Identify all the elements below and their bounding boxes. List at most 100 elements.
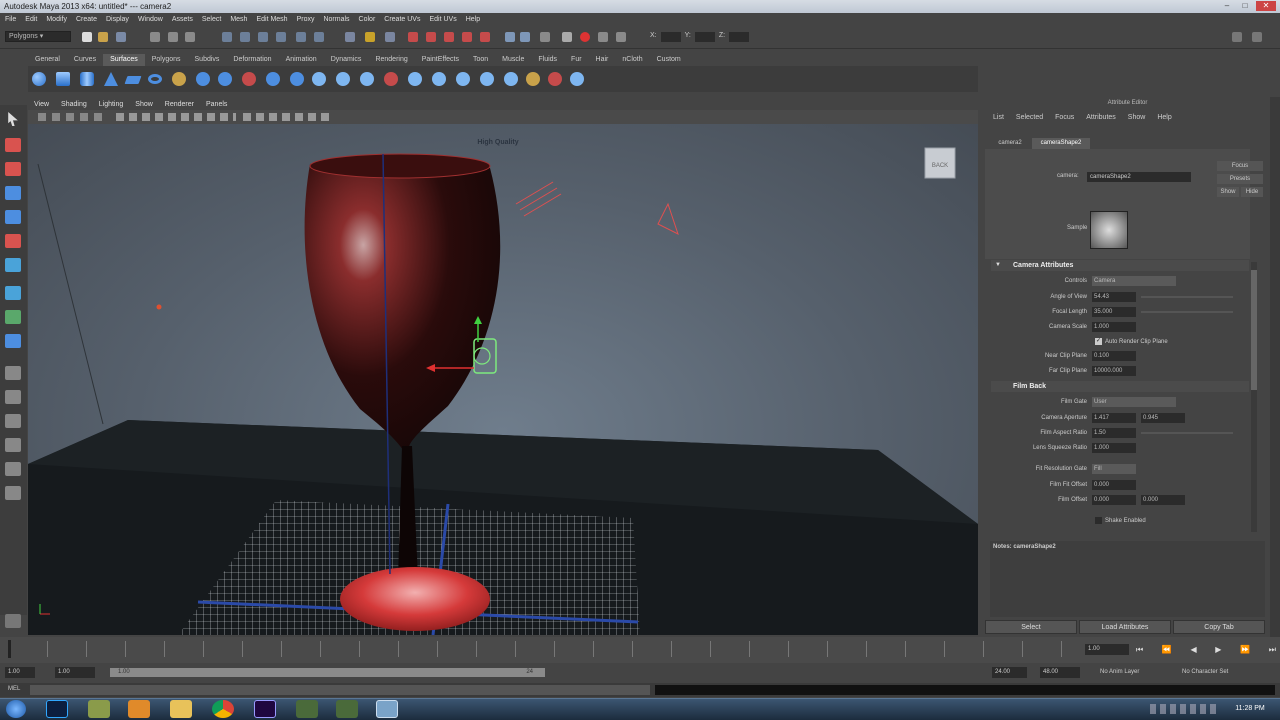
menu-select[interactable]: Select [202,13,221,27]
film-offset-y-field[interactable]: 0.000 [1141,495,1185,505]
start-orb-icon[interactable] [6,700,26,718]
untrim-icon[interactable] [432,72,446,86]
shelf-tab-toon[interactable]: Toon [466,54,495,66]
viewport-menu-show[interactable]: Show [135,99,153,110]
shelf-tab-fluids[interactable]: Fluids [531,54,564,66]
spot-light-gizmo[interactable] [657,202,679,235]
shelf-tab-fur[interactable]: Fur [564,54,589,66]
playhead[interactable] [8,640,11,658]
command-input[interactable] [30,685,650,695]
focus-button[interactable]: Focus [1217,161,1263,171]
make-live-icon[interactable] [296,32,306,42]
shelf-tab-ncloth[interactable]: nCloth [615,54,649,66]
wine-glass-bowl[interactable] [304,155,501,455]
snap-grid-icon[interactable] [222,32,232,42]
range-total-end-field[interactable]: 48.00 [1040,667,1080,678]
viewport-menu-view[interactable]: View [34,99,49,110]
close-button[interactable]: ✕ [1256,1,1276,11]
menu-color[interactable]: Color [359,13,376,27]
minimize-button[interactable]: – [1220,1,1234,11]
menu-help[interactable]: Help [466,13,480,27]
wine-glass-base[interactable] [340,567,490,631]
history-icon[interactable] [314,32,324,42]
snap-point-icon[interactable] [258,32,268,42]
fit-resolution-dropdown[interactable]: Fill [1092,464,1136,474]
square-surface-icon[interactable] [312,72,326,86]
photoshop-icon[interactable] [46,700,68,718]
view-cube[interactable]: BACK [924,147,956,179]
toggle-attribute-editor-icon[interactable] [1232,32,1242,42]
shelf-tab-deformation[interactable]: Deformation [226,54,278,66]
persp-outliner-layout-icon[interactable] [5,414,21,428]
select-hierarchy-icon[interactable] [150,32,160,42]
hypershade-icon[interactable] [444,32,454,42]
snap-curve-icon[interactable] [240,32,250,42]
new-scene-icon[interactable] [82,32,92,42]
shelf-tab-painteffects[interactable]: PaintEffects [415,54,466,66]
shelf-tab-muscle[interactable]: Muscle [495,54,531,66]
point-light-gizmo[interactable] [156,304,162,310]
ipr-active-icon[interactable] [580,32,590,42]
single-perspective-layout-icon[interactable] [5,366,21,380]
ae-menu-focus[interactable]: Focus [1055,114,1074,121]
last-tool-icon[interactable] [5,310,21,324]
menu-normals[interactable]: Normals [323,13,349,27]
shelf-tab-subdivs[interactable]: Subdivs [188,54,227,66]
construction-history-icon[interactable] [365,32,375,42]
menu-proxy[interactable]: Proxy [297,13,315,27]
shelf-tab-rendering[interactable]: Rendering [368,54,414,66]
range-slider-bar[interactable]: 1.00 24 [110,668,545,677]
step-back-key-icon[interactable]: ⏪ [1162,644,1172,655]
paint-select-icon[interactable] [5,162,21,176]
film-offset-x-field[interactable]: 0.000 [1092,495,1136,505]
section-collapse-icon[interactable]: ▼ [995,262,1001,268]
birail-icon[interactable] [266,72,280,86]
node-name-field[interactable]: cameraShape2 [1087,172,1191,182]
menu-display[interactable]: Display [106,13,129,27]
menu-edit-uvs[interactable]: Edit UVs [429,13,456,27]
revolve-icon[interactable] [172,72,186,86]
intersect-icon[interactable] [360,72,374,86]
y-field[interactable] [694,32,715,42]
batch-render-icon[interactable] [480,32,490,42]
extrude-icon[interactable] [242,72,256,86]
select-button[interactable]: Select [985,620,1077,634]
show-manipulator-icon[interactable] [5,334,21,348]
show-button[interactable]: Show [1217,187,1239,197]
maximize-button[interactable]: □ [1238,1,1252,11]
attach-surfaces-icon[interactable] [456,72,470,86]
menu-file[interactable]: File [5,13,16,27]
system-tray-icons[interactable] [1150,704,1220,714]
file-manager-icon[interactable] [88,700,110,718]
camera-aperture-y-field[interactable]: 0.945 [1141,413,1185,423]
save-scene-icon[interactable] [116,32,126,42]
app-tool-a-icon[interactable] [296,700,318,718]
section-camera-attributes[interactable]: Camera Attributes [991,260,1249,271]
ae-menu-list[interactable]: List [993,114,1004,121]
bevel-icon[interactable] [336,72,350,86]
controls-dropdown[interactable]: Camera [1092,276,1176,286]
render-current-icon[interactable] [562,32,572,42]
presets-button[interactable]: Presets [1217,174,1263,184]
camera-scale-field[interactable]: 1.000 [1092,322,1136,332]
focal-length-field[interactable]: 35.000 [1092,307,1136,317]
render-view-icon[interactable] [462,32,472,42]
step-forward-icon[interactable]: ⏩ [1240,644,1250,655]
clock[interactable]: 11:28 PM [1225,702,1275,716]
nurbs-sphere-icon[interactable] [32,72,46,86]
attribute-editor-scrollbar[interactable] [1251,262,1257,532]
far-clip-field[interactable]: 10000.000 [1092,366,1136,376]
anim-layer-dropdown[interactable]: No Anim Layer [1100,667,1175,678]
nurbs-cylinder-icon[interactable] [80,72,94,86]
display-toggles-icon[interactable] [116,113,236,121]
shelf-tab-general[interactable]: General [28,54,67,66]
planar-icon[interactable] [218,72,232,86]
persp-graph-layout-icon[interactable] [5,438,21,452]
rebuild-surface-icon[interactable] [526,72,540,86]
menu-create-uvs[interactable]: Create UVs [384,13,420,27]
film-fit-offset-field[interactable]: 0.000 [1092,480,1136,490]
trim-tool-icon[interactable] [408,72,422,86]
load-attributes-button[interactable]: Load Attributes [1079,620,1171,634]
inputs-icon[interactable] [345,32,355,42]
move-tool-icon[interactable] [5,186,21,200]
